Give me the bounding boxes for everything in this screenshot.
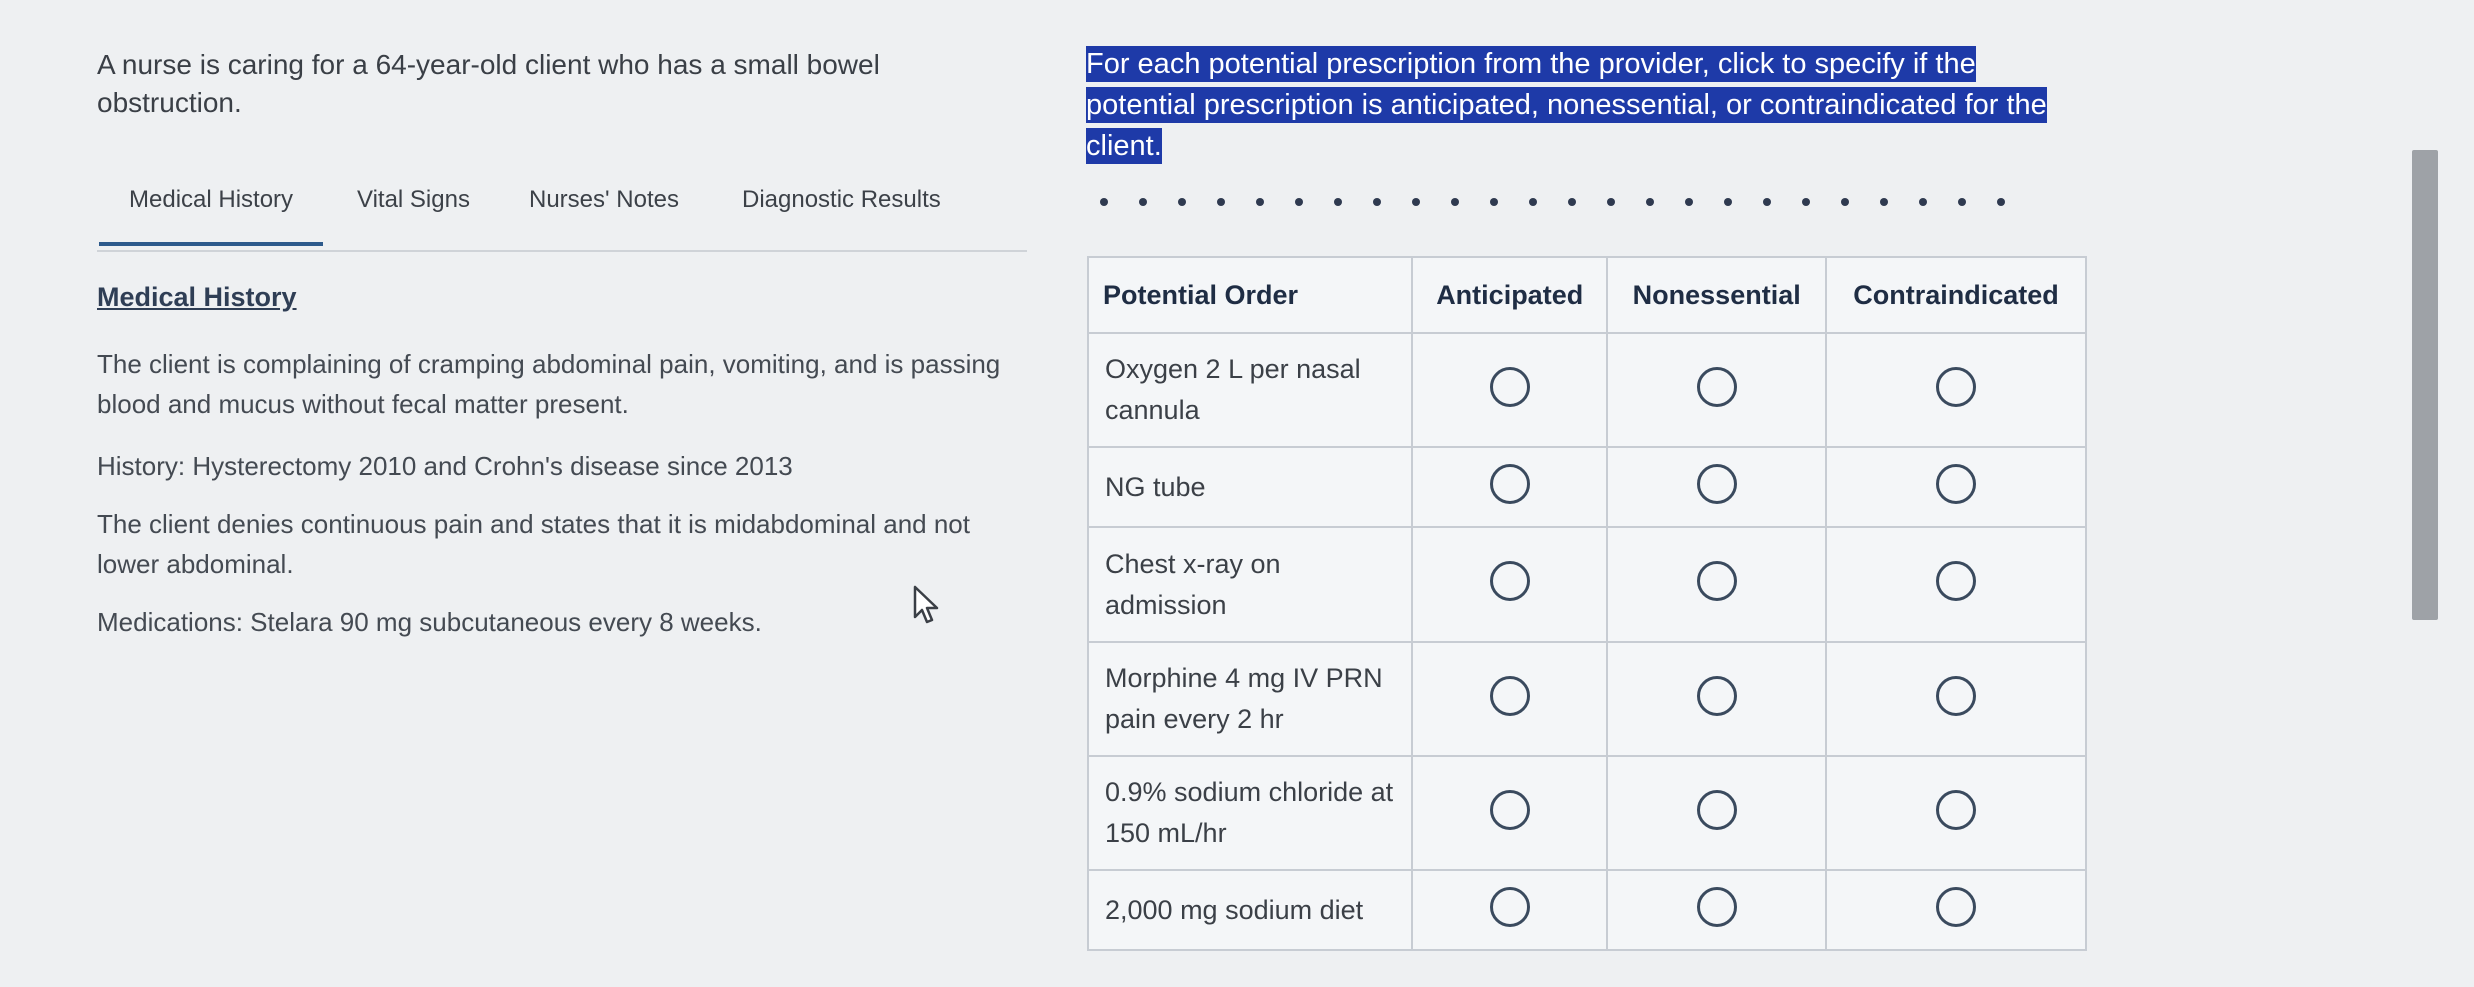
- order-label: Morphine 4 mg IV PRN pain every 2 hr: [1087, 641, 1413, 757]
- cell-anticipated: [1410, 641, 1609, 757]
- radio-button-icon[interactable]: [1936, 675, 1976, 716]
- history-paragraph: The client denies continuous pain and st…: [97, 509, 970, 579]
- cell-anticipated: [1410, 526, 1609, 643]
- order-label: 2,000 mg sodium diet: [1087, 869, 1413, 951]
- prescription-matrix: Potential Order Anticipated Nonessential…: [1087, 256, 2087, 951]
- table-row: NG tube: [1087, 446, 2087, 528]
- cell-nonessential: [1606, 869, 1827, 951]
- divider-dots: [1100, 198, 2090, 214]
- radio-button-icon[interactable]: [1696, 789, 1737, 830]
- radio-button-icon[interactable]: [1489, 463, 1530, 504]
- question-stem: A nurse is caring for a 64-year-old clie…: [97, 49, 880, 118]
- table-row: Oxygen 2 L per nasal cannula: [1087, 332, 2087, 448]
- tab-bar: Medical History Vital Signs Nurses' Note…: [97, 178, 1027, 252]
- header-contraindicated: Contraindicated: [1825, 256, 2087, 334]
- radio-button-icon[interactable]: [1696, 463, 1737, 504]
- header-nonessential: Nonessential: [1606, 256, 1827, 334]
- cell-contraindicated: [1825, 641, 2087, 757]
- cell-contraindicated: [1825, 755, 2087, 871]
- radio-button-icon[interactable]: [1489, 366, 1530, 407]
- panel-title: Medical History: [97, 282, 297, 312]
- radio-button-icon[interactable]: [1489, 675, 1530, 716]
- radio-button-icon[interactable]: [1936, 561, 1976, 601]
- radio-button-icon[interactable]: [1696, 561, 1737, 601]
- radio-button-icon[interactable]: [1936, 463, 1976, 504]
- table-row: 0.9% sodium chloride at 150 mL/hr: [1087, 755, 2087, 871]
- order-label: Oxygen 2 L per nasal cannula: [1087, 332, 1413, 448]
- header-anticipated: Anticipated: [1410, 256, 1609, 334]
- table-row: Chest x-ray on admission: [1087, 526, 2087, 643]
- tab-medical-history[interactable]: Medical History: [98, 186, 324, 246]
- radio-button-icon[interactable]: [1489, 561, 1530, 601]
- cell-nonessential: [1606, 446, 1827, 528]
- radio-button-icon[interactable]: [1696, 886, 1737, 927]
- cell-nonessential: [1606, 755, 1827, 871]
- history-paragraph: The client is complaining of cramping ab…: [97, 349, 1001, 419]
- tab-diagnostic-results[interactable]: Diagnostic Results: [742, 186, 941, 214]
- cell-contraindicated: [1825, 446, 2087, 528]
- radio-button-icon[interactable]: [1936, 366, 1976, 407]
- cell-anticipated: [1410, 446, 1609, 528]
- order-label: 0.9% sodium chloride at 150 mL/hr: [1087, 755, 1413, 871]
- cell-anticipated: [1410, 332, 1609, 448]
- tab-nurses-notes[interactable]: Nurses' Notes: [529, 186, 679, 214]
- order-label: Chest x-ray on admission: [1087, 526, 1413, 643]
- radio-button-icon[interactable]: [1696, 675, 1737, 716]
- cell-anticipated: [1410, 755, 1609, 871]
- cell-contraindicated: [1825, 526, 2087, 643]
- tab-vital-signs[interactable]: Vital Signs: [357, 186, 470, 214]
- radio-button-icon[interactable]: [1936, 789, 1976, 830]
- cell-nonessential: [1606, 526, 1827, 643]
- table-row: Morphine 4 mg IV PRN pain every 2 hr: [1087, 641, 2087, 757]
- mouse-pointer-icon: [912, 584, 942, 629]
- radio-button-icon[interactable]: [1936, 886, 1976, 927]
- cell-contraindicated: [1825, 332, 2087, 448]
- radio-button-icon[interactable]: [1489, 789, 1530, 830]
- header-potential-order: Potential Order: [1087, 256, 1413, 334]
- order-label: NG tube: [1087, 446, 1413, 528]
- matrix-header-row: Potential Order Anticipated Nonessential…: [1087, 256, 2087, 334]
- radio-button-icon[interactable]: [1696, 366, 1737, 407]
- instruction-text: For each potential prescription from the…: [1086, 46, 2047, 164]
- table-row: 2,000 mg sodium diet: [1087, 869, 2087, 951]
- cell-anticipated: [1410, 869, 1609, 951]
- radio-button-icon[interactable]: [1489, 886, 1530, 927]
- cell-contraindicated: [1825, 869, 2087, 951]
- cell-nonessential: [1606, 641, 1827, 757]
- scrollbar[interactable]: [2412, 150, 2438, 620]
- history-paragraph: History: Hysterectomy 2010 and Crohn's d…: [97, 451, 793, 481]
- cell-nonessential: [1606, 332, 1827, 448]
- medications-paragraph: Medications: Stelara 90 mg subcutaneous …: [97, 607, 762, 637]
